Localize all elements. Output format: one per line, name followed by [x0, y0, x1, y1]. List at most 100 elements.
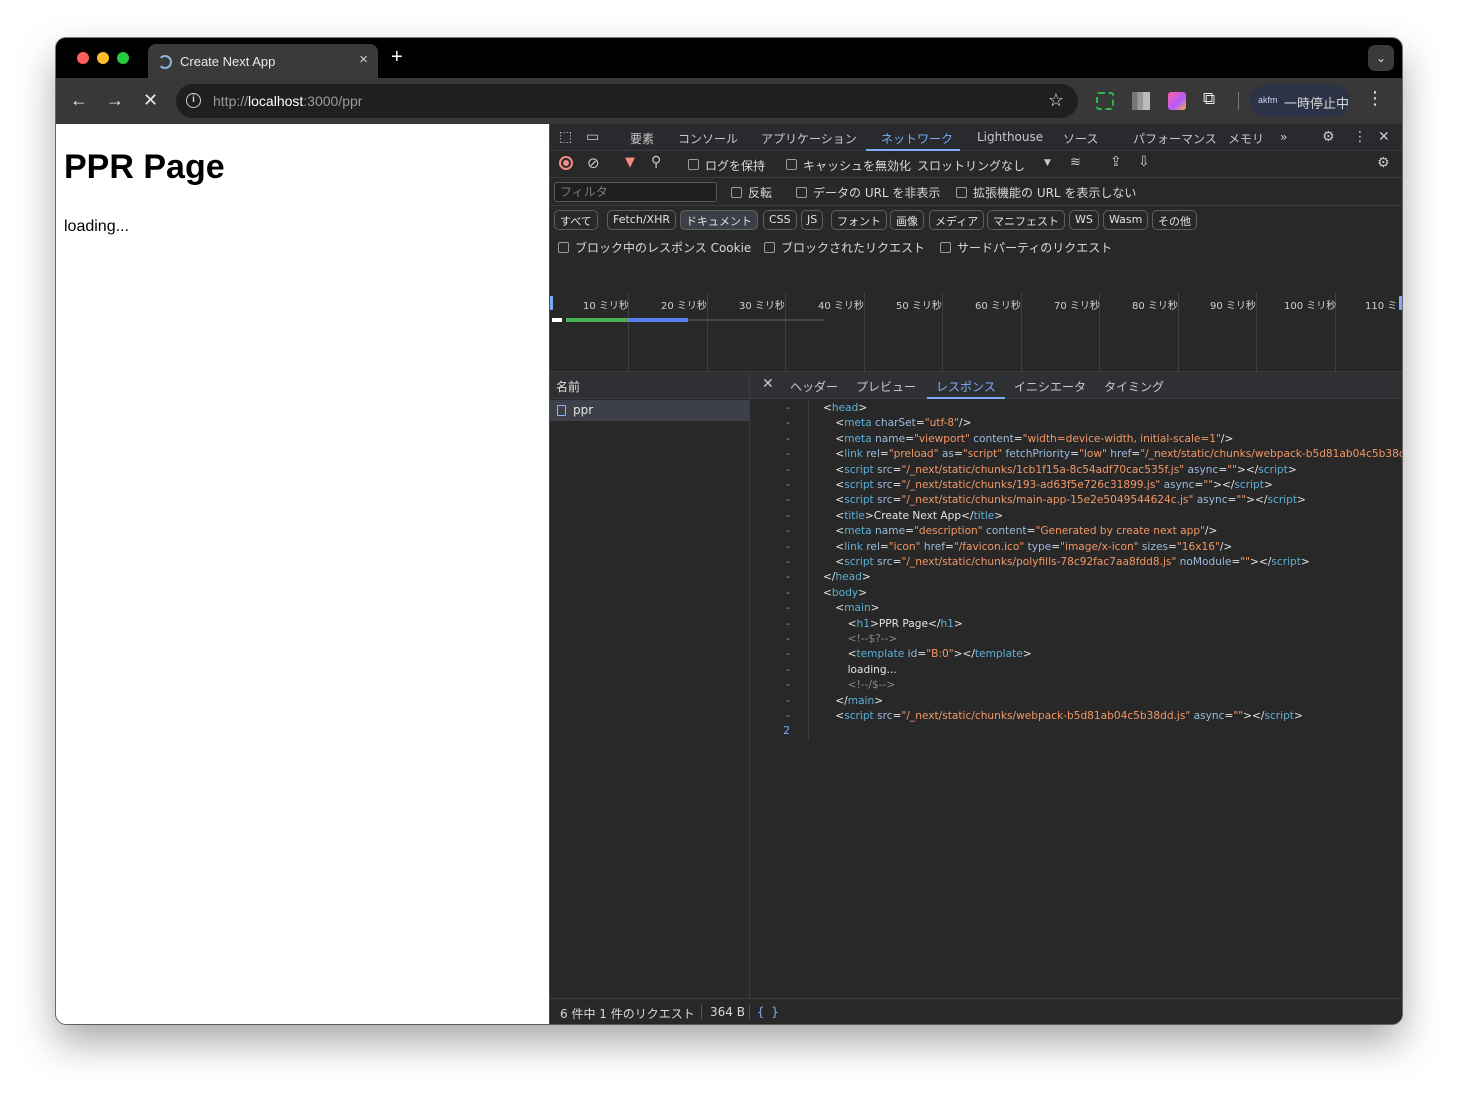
detail-tab-headers[interactable]: ヘッダー [790, 378, 838, 395]
code-text: <!--/$--> [848, 679, 896, 691]
detail-tab-initiator[interactable]: イニシエータ [1014, 378, 1086, 395]
filter-funnel-icon[interactable]: ▼ [625, 155, 635, 170]
code-token: "utf-8" [924, 417, 960, 430]
hide-extension-urls-checkbox[interactable] [956, 187, 967, 198]
throttling-select[interactable]: スロットリングなし [917, 157, 1025, 174]
request-row-ppr[interactable]: ppr [550, 400, 749, 421]
browser-menu-icon[interactable]: ⋮ [1366, 88, 1384, 109]
clear-log-icon[interactable]: ⊘ [587, 154, 600, 172]
code-token: as [938, 448, 954, 461]
loading-spinner-icon [158, 55, 172, 69]
preserve-log-checkbox[interactable] [688, 159, 699, 170]
network-overview-timeline[interactable]: 10 ミリ秒 20 ミリ秒 30 ミリ秒 40 ミリ秒 50 ミリ秒 60 ミリ… [550, 292, 1402, 372]
address-bar[interactable]: i http://localhost:3000/ppr ☆ [176, 84, 1078, 118]
timeline-right-handle[interactable] [1399, 296, 1402, 310]
code-token: "low" [1079, 448, 1107, 461]
name-column-header[interactable]: 名前 [550, 372, 749, 399]
detail-tab-preview[interactable]: プレビュー [856, 378, 916, 395]
hide-data-urls-checkbox[interactable] [796, 187, 807, 198]
url-text[interactable]: http://localhost:3000/ppr [213, 93, 362, 109]
code-token: < [835, 448, 845, 461]
extension-chart-icon[interactable] [1132, 92, 1150, 110]
invert-checkbox[interactable] [731, 187, 742, 198]
more-tabs-icon[interactable]: » [1280, 130, 1287, 144]
resource-type-filters: すべて Fetch/XHR ドキュメント CSS JS フォント 画像 メディア… [550, 206, 1402, 232]
devtools-tab-network[interactable]: ネットワーク [881, 130, 953, 147]
devtools-tab-elements[interactable]: 要素 [630, 130, 654, 147]
filter-box[interactable] [554, 182, 717, 202]
timeline-left-handle[interactable] [550, 296, 553, 310]
back-arrow-icon[interactable]: ← [70, 90, 88, 111]
throttling-chevron-icon[interactable]: ▼ [1044, 158, 1051, 168]
devtools-tab-performance[interactable]: パフォーマンス [1133, 130, 1217, 147]
disable-cache-checkbox[interactable] [786, 159, 797, 170]
filter-input[interactable] [555, 183, 716, 201]
close-detail-icon[interactable]: ✕ [762, 376, 774, 392]
record-stop-icon[interactable] [559, 156, 573, 170]
line-number: - [786, 648, 790, 661]
code-text: <main> [835, 602, 879, 614]
code-line: - <script src="/_next/static/chunks/193-a… [750, 479, 1402, 494]
extension-screenshot-icon[interactable] [1096, 92, 1114, 110]
search-icon[interactable]: ⚲ [651, 154, 661, 170]
code-token: "" [1240, 556, 1251, 568]
devtools-tab-sources[interactable]: ソース [1063, 130, 1098, 147]
devtools-tab-application[interactable]: アプリケーション [761, 130, 857, 147]
chip-document[interactable]: ドキュメント [680, 210, 758, 230]
profile-button[interactable]: akfm 一時停止中 [1250, 85, 1350, 117]
chip-image[interactable]: 画像 [890, 210, 924, 230]
blocked-cookies-checkbox[interactable] [558, 242, 569, 253]
code-token: > [1287, 463, 1297, 476]
code-token: ></ [1236, 463, 1259, 476]
chip-other[interactable]: その他 [1152, 210, 1197, 230]
import-har-icon[interactable]: ⇪ [1110, 154, 1122, 170]
device-toolbar-icon[interactable]: ▭ [586, 129, 599, 145]
request-bar-waiting [566, 318, 628, 322]
code-token: = [953, 448, 963, 461]
browser-tab[interactable]: Create Next App × [148, 44, 378, 78]
inspect-element-icon[interactable]: ⬚ [559, 129, 572, 145]
network-settings-icon[interactable]: ⚙ [1377, 155, 1390, 171]
network-conditions-icon[interactable]: ≋ [1070, 155, 1081, 170]
chip-manifest[interactable]: マニフェスト [987, 210, 1065, 230]
close-devtools-icon[interactable]: ✕ [1378, 129, 1390, 145]
desktop-background: Create Next App × + ⌄ ← → ✕ i http://loc… [0, 0, 1458, 1098]
devtools-menu-icon[interactable]: ⋮ [1353, 129, 1367, 145]
extension-gradient-icon[interactable] [1168, 92, 1186, 110]
devtools-tab-console[interactable]: コンソール [678, 130, 738, 147]
code-token: rel [862, 540, 880, 553]
detail-tab-timing[interactable]: タイミング [1104, 378, 1164, 395]
response-source[interactable]: - <head> - <meta charSet="utf-8"/> - <meta na… [750, 400, 1402, 1024]
chip-css[interactable]: CSS [763, 210, 797, 230]
detail-tab-response[interactable]: レスポンス [936, 378, 996, 395]
forward-arrow-icon[interactable]: → [106, 90, 124, 111]
chip-ws[interactable]: WS [1069, 210, 1099, 230]
settings-gear-icon[interactable]: ⚙ [1322, 129, 1335, 145]
chip-all[interactable]: すべて [554, 210, 598, 230]
devtools-tab-memory[interactable]: メモリ [1228, 130, 1264, 147]
minimize-window-button[interactable] [97, 52, 109, 64]
chip-wasm[interactable]: Wasm [1103, 210, 1149, 230]
blocked-requests-checkbox[interactable] [764, 242, 775, 253]
chip-js[interactable]: JS [801, 210, 824, 230]
chip-fetch-xhr[interactable]: Fetch/XHR [607, 210, 676, 230]
chip-font[interactable]: フォント [831, 210, 887, 230]
site-info-icon[interactable]: i [186, 93, 201, 108]
export-har-icon[interactable]: ⇩ [1138, 154, 1150, 170]
devtools-tab-lighthouse[interactable]: Lighthouse [977, 130, 1043, 144]
extensions-puzzle-icon[interactable]: ⧉ [1203, 89, 1215, 109]
chip-media[interactable]: メディア [929, 210, 985, 230]
code-line: - </main> [750, 695, 1402, 710]
tab-close-icon[interactable]: × [359, 51, 368, 68]
third-party-checkbox[interactable] [940, 242, 951, 253]
bookmark-star-icon[interactable]: ☆ [1048, 90, 1064, 111]
timeline-gridline [1021, 292, 1022, 372]
timeline-gridline [1256, 292, 1257, 372]
new-tab-button[interactable]: + [391, 46, 403, 69]
timeline-tick-label: 80 ミリ秒 [1132, 301, 1178, 312]
stop-loading-icon[interactable]: ✕ [143, 90, 158, 111]
pretty-print-icon[interactable]: { } [757, 1005, 779, 1019]
tab-search-button[interactable]: ⌄ [1368, 45, 1394, 71]
zoom-window-button[interactable] [117, 52, 129, 64]
close-window-button[interactable] [77, 52, 89, 64]
